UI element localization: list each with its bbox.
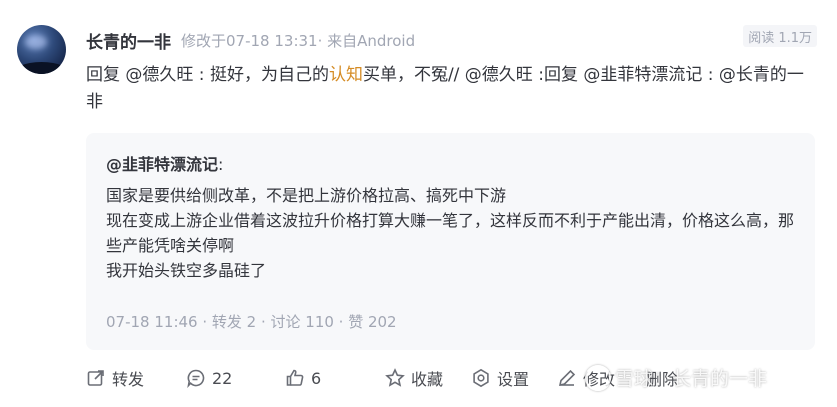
content-prefix: 回复 @德久旺 : 挺好，为自己的 (86, 65, 329, 85)
settings-label: 设置 (497, 370, 530, 389)
watermark: 雪球：长青的一非 (585, 364, 767, 391)
quoted-author[interactable]: @韭菲特漂流记 (106, 155, 218, 174)
quoted-line: 现在变成上游企业借着这波拉升价格打算大赚一笔了，这样反而不利于产能出清，价格这么… (106, 211, 795, 255)
like-count: 6 (311, 368, 322, 388)
like-button[interactable]: 6 (285, 365, 321, 391)
repost-icon (87, 370, 104, 386)
post-header: 长青的一非 修改于07-18 13:31· 来自Android (86, 26, 415, 54)
like-icon (286, 369, 304, 386)
quoted-author-colon: : (218, 155, 224, 174)
xueqiu-logo-icon (585, 364, 611, 391)
gear-icon (473, 368, 489, 388)
comment-count: 22 (212, 368, 233, 388)
star-icon (385, 368, 405, 387)
favorite-button[interactable]: 收藏 (385, 365, 443, 391)
repost-label: 转发 (112, 370, 145, 389)
comment-icon (187, 369, 205, 388)
quoted-line: 国家是要供给侧改革，不是把上游价格拉高、搞死中下游 (106, 186, 507, 205)
favorite-label: 收藏 (411, 370, 444, 389)
quoted-author-line: @韭菲特漂流记: (106, 151, 223, 175)
comment-button[interactable]: 22 (186, 365, 232, 391)
quoted-body: 国家是要供给侧改革，不是把上游价格拉高、搞死中下游 现在变成上游企业借着这波拉升… (106, 183, 796, 283)
avatar-hill (17, 62, 66, 74)
quoted-footer: 07-18 11:46 · 转发 2 · 讨论 110 · 赞 202 (106, 313, 397, 331)
read-count-badge: 阅读 1.1万 (743, 25, 817, 47)
avatar-glow (25, 35, 47, 49)
post-meta: 修改于07-18 13:31· 来自Android (181, 31, 416, 50)
quoted-post[interactable]: @韭菲特漂流记: 国家是要供给侧改革，不是把上游价格拉高、搞死中下游 现在变成上… (86, 133, 815, 350)
settings-button[interactable]: 设置 (471, 365, 529, 391)
repost-button[interactable]: 转发 (86, 365, 144, 391)
post-content: 回复 @德久旺 : 挺好，为自己的认知买单，不冤// @德久旺 :回复 @韭菲特… (86, 62, 808, 116)
watermark-text: 雪球：长青的一非 (615, 368, 768, 390)
author-name[interactable]: 长青的一非 (86, 28, 171, 53)
quoted-line: 我开始头铁空多晶硅了 (106, 261, 267, 280)
pencil-icon (558, 369, 576, 387)
avatar[interactable] (17, 25, 66, 74)
content-highlight[interactable]: 认知 (329, 65, 363, 85)
